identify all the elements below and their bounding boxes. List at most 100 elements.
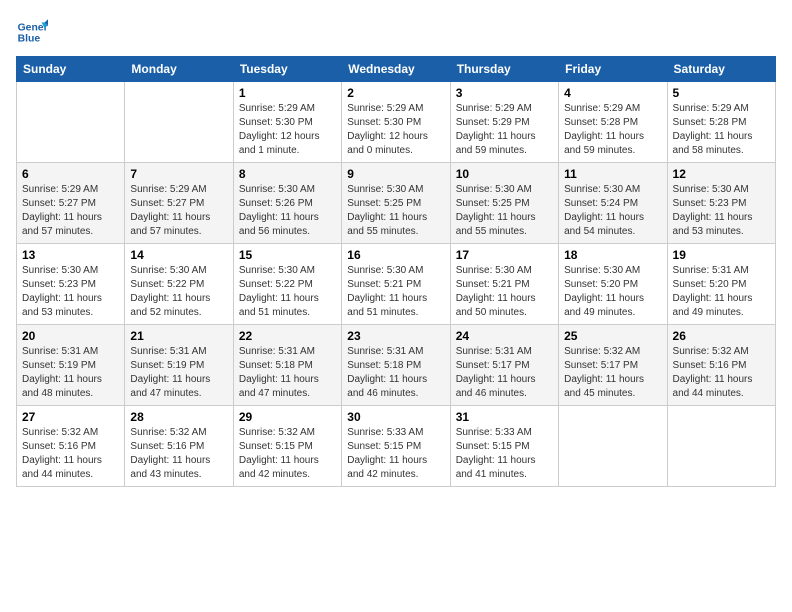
weekday-header-tuesday: Tuesday [233,57,341,82]
day-content: Sunrise: 5:31 AM Sunset: 5:19 PM Dayligh… [130,345,227,401]
calendar-cell: 3 Sunrise: 5:29 AM Sunset: 5:29 PM Daylig… [450,82,558,163]
day-number: 20 [22,329,119,343]
calendar-cell: 4 Sunrise: 5:29 AM Sunset: 5:28 PM Daylig… [559,82,667,163]
calendar-cell: 24 Sunrise: 5:31 AM Sunset: 5:17 PM Dayli… [450,325,558,406]
svg-text:Blue: Blue [18,34,41,45]
day-number: 8 [239,167,336,181]
calendar-cell: 9Sunrise: 5:30 AM Sunset: 5:25 PM Daylig… [342,163,450,244]
day-number: 14 [130,248,227,262]
calendar-cell [125,82,233,163]
day-number: 23 [347,329,444,343]
day-number: 16 [347,248,444,262]
calendar-cell: 26 Sunrise: 5:32 AM Sunset: 5:16 PM Dayli… [667,325,775,406]
day-content: Sunrise: 5:30 AM Sunset: 5:26 PM Dayligh… [239,183,336,239]
day-number: 11 [564,167,661,181]
day-content: Sunrise: 5:29 AM Sunset: 5:29 PM Dayligh… [456,102,553,158]
calendar-cell: 31 Sunrise: 5:33 AM Sunset: 5:15 PM Dayli… [450,406,558,487]
day-number: 13 [22,248,119,262]
calendar-cell [667,406,775,487]
calendar-table: SundayMondayTuesdayWednesdayThursdayFrid… [16,56,776,487]
calendar-header: SundayMondayTuesdayWednesdayThursdayFrid… [17,57,776,82]
day-number: 28 [130,410,227,424]
day-content: Sunrise: 5:30 AM Sunset: 5:23 PM Dayligh… [22,264,119,320]
calendar-cell: 14 Sunrise: 5:30 AM Sunset: 5:22 PM Dayli… [125,244,233,325]
logo: General Blue [16,16,52,48]
day-number: 29 [239,410,336,424]
day-number: 15 [239,248,336,262]
calendar-cell: 28 Sunrise: 5:32 AM Sunset: 5:16 PM Dayli… [125,406,233,487]
day-number: 12 [673,167,770,181]
day-number: 26 [673,329,770,343]
calendar-cell: 1 Sunrise: 5:29 AM Sunset: 5:30 PM Daylig… [233,82,341,163]
day-content: Sunrise: 5:29 AM Sunset: 5:30 PM Dayligh… [239,102,336,158]
logo-icon: General Blue [16,16,48,48]
day-number: 18 [564,248,661,262]
day-content: Sunrise: 5:29 AM Sunset: 5:28 PM Dayligh… [673,102,770,158]
weekday-header-wednesday: Wednesday [342,57,450,82]
day-content: Sunrise: 5:30 AM Sunset: 5:24 PM Dayligh… [564,183,661,239]
day-content: Sunrise: 5:30 AM Sunset: 5:20 PM Dayligh… [564,264,661,320]
day-content: Sunrise: 5:33 AM Sunset: 5:15 PM Dayligh… [456,426,553,482]
calendar-cell: 5 Sunrise: 5:29 AM Sunset: 5:28 PM Daylig… [667,82,775,163]
day-content: Sunrise: 5:31 AM Sunset: 5:20 PM Dayligh… [673,264,770,320]
calendar-cell: 7 Sunrise: 5:29 AM Sunset: 5:27 PM Daylig… [125,163,233,244]
calendar-cell: 8 Sunrise: 5:30 AM Sunset: 5:26 PM Daylig… [233,163,341,244]
calendar-cell: 29 Sunrise: 5:32 AM Sunset: 5:15 PM Dayli… [233,406,341,487]
day-number: 9 [347,167,444,181]
weekday-header-sunday: Sunday [17,57,125,82]
day-content: Sunrise: 5:29 AM Sunset: 5:27 PM Dayligh… [130,183,227,239]
day-content: Sunrise: 5:32 AM Sunset: 5:16 PM Dayligh… [22,426,119,482]
calendar-cell: 25 Sunrise: 5:32 AM Sunset: 5:17 PM Dayli… [559,325,667,406]
day-content: Sunrise: 5:30 AM Sunset: 5:23 PM Dayligh… [673,183,770,239]
calendar-cell [559,406,667,487]
day-number: 4 [564,86,661,100]
day-number: 10 [456,167,553,181]
calendar-cell: 18 Sunrise: 5:30 AM Sunset: 5:20 PM Dayli… [559,244,667,325]
calendar-cell: 6 Sunrise: 5:29 AM Sunset: 5:27 PM Daylig… [17,163,125,244]
calendar-cell: 20 Sunrise: 5:31 AM Sunset: 5:19 PM Dayli… [17,325,125,406]
weekday-header-friday: Friday [559,57,667,82]
calendar-cell: 19 Sunrise: 5:31 AM Sunset: 5:20 PM Dayli… [667,244,775,325]
page-header: General Blue [16,16,776,48]
day-content: Sunrise: 5:30 AM Sunset: 5:21 PM Dayligh… [456,264,553,320]
day-number: 30 [347,410,444,424]
day-content: Sunrise: 5:29 AM Sunset: 5:27 PM Dayligh… [22,183,119,239]
calendar-cell: 11 Sunrise: 5:30 AM Sunset: 5:24 PM Dayli… [559,163,667,244]
weekday-header-thursday: Thursday [450,57,558,82]
calendar-cell: 13 Sunrise: 5:30 AM Sunset: 5:23 PM Dayli… [17,244,125,325]
weekday-header-saturday: Saturday [667,57,775,82]
day-number: 21 [130,329,227,343]
day-number: 5 [673,86,770,100]
day-number: 7 [130,167,227,181]
calendar-cell [17,82,125,163]
day-content: Sunrise: 5:31 AM Sunset: 5:19 PM Dayligh… [22,345,119,401]
day-number: 3 [456,86,553,100]
calendar-cell: 17Sunrise: 5:30 AM Sunset: 5:21 PM Dayli… [450,244,558,325]
day-content: Sunrise: 5:30 AM Sunset: 5:22 PM Dayligh… [130,264,227,320]
day-content: Sunrise: 5:31 AM Sunset: 5:18 PM Dayligh… [347,345,444,401]
day-number: 27 [22,410,119,424]
day-content: Sunrise: 5:32 AM Sunset: 5:16 PM Dayligh… [130,426,227,482]
day-number: 24 [456,329,553,343]
day-content: Sunrise: 5:31 AM Sunset: 5:18 PM Dayligh… [239,345,336,401]
calendar-cell: 15 Sunrise: 5:30 AM Sunset: 5:22 PM Dayli… [233,244,341,325]
day-content: Sunrise: 5:32 AM Sunset: 5:17 PM Dayligh… [564,345,661,401]
calendar-cell: 10Sunrise: 5:30 AM Sunset: 5:25 PM Dayli… [450,163,558,244]
day-content: Sunrise: 5:29 AM Sunset: 5:28 PM Dayligh… [564,102,661,158]
weekday-header-monday: Monday [125,57,233,82]
day-number: 19 [673,248,770,262]
day-number: 31 [456,410,553,424]
calendar-cell: 2Sunrise: 5:29 AM Sunset: 5:30 PM Daylig… [342,82,450,163]
day-number: 2 [347,86,444,100]
calendar-cell: 16Sunrise: 5:30 AM Sunset: 5:21 PM Dayli… [342,244,450,325]
day-content: Sunrise: 5:31 AM Sunset: 5:17 PM Dayligh… [456,345,553,401]
day-number: 25 [564,329,661,343]
day-content: Sunrise: 5:32 AM Sunset: 5:15 PM Dayligh… [239,426,336,482]
calendar-cell: 27 Sunrise: 5:32 AM Sunset: 5:16 PM Dayli… [17,406,125,487]
day-content: Sunrise: 5:33 AM Sunset: 5:15 PM Dayligh… [347,426,444,482]
day-content: Sunrise: 5:30 AM Sunset: 5:22 PM Dayligh… [239,264,336,320]
calendar-cell: 12 Sunrise: 5:30 AM Sunset: 5:23 PM Dayli… [667,163,775,244]
day-number: 1 [239,86,336,100]
day-number: 6 [22,167,119,181]
day-content: Sunrise: 5:32 AM Sunset: 5:16 PM Dayligh… [673,345,770,401]
